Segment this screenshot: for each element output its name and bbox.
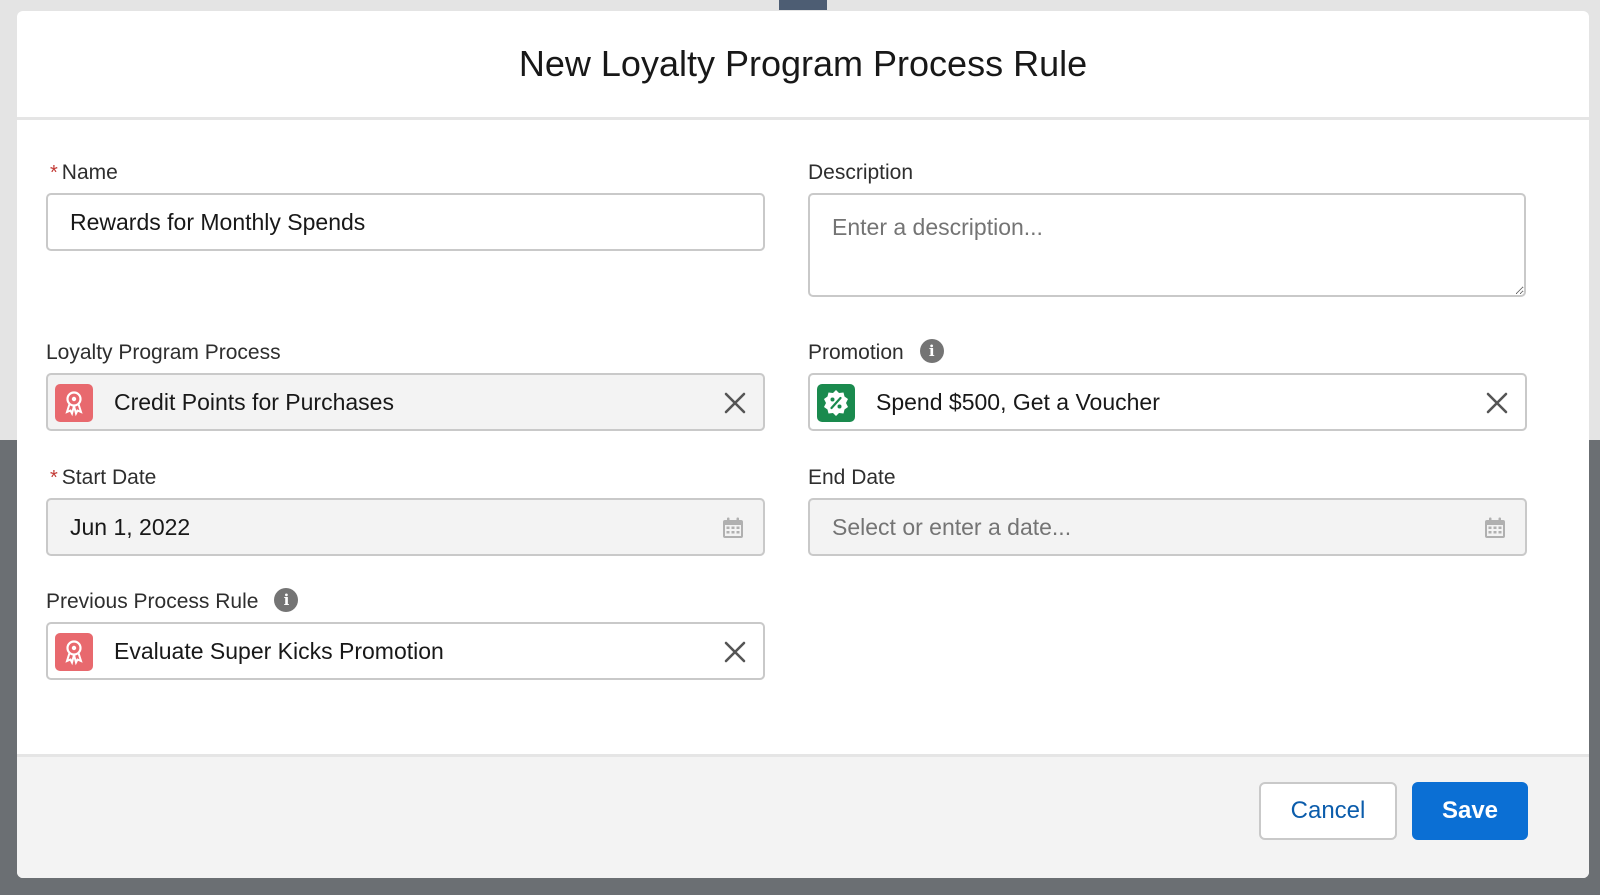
description-label: Description (808, 161, 914, 184)
promotion-label: Promotion i (808, 339, 944, 365)
name-label: * Name (50, 161, 118, 184)
start-date-value: Jun 1, 2022 (70, 514, 191, 540)
info-icon[interactable]: i (919, 339, 944, 364)
name-input[interactable]: Rewards for Monthly Spends (46, 193, 765, 251)
start-date-label: * Start Date (50, 466, 157, 489)
save-button[interactable]: Save (1412, 782, 1528, 840)
required-marker: * (50, 467, 58, 489)
clear-selection-icon[interactable] (719, 636, 751, 668)
calendar-icon[interactable] (721, 516, 745, 540)
previous-process-rule-label: Previous Process Rule i (46, 588, 299, 614)
clear-selection-icon[interactable] (1481, 387, 1513, 419)
end-date-label: End Date (808, 466, 896, 489)
promotion-percent-icon (817, 384, 855, 422)
end-date-placeholder: Select or enter a date... (832, 514, 1072, 540)
required-marker: * (50, 162, 58, 184)
modal-footer: Cancel Save (17, 754, 1589, 878)
background-tab (779, 0, 827, 10)
description-textarea[interactable] (808, 193, 1526, 297)
previous-process-rule-value: Evaluate Super Kicks Promotion (114, 638, 444, 664)
modal-header: New Loyalty Program Process Rule (17, 11, 1589, 120)
modal-title: New Loyalty Program Process Rule (518, 43, 1088, 84)
calendar-icon[interactable] (1483, 516, 1507, 540)
loyalty-program-process-lookup[interactable]: Credit Points for Purchases (46, 373, 765, 431)
cancel-button[interactable]: Cancel (1259, 782, 1397, 840)
info-icon[interactable]: i (274, 588, 299, 613)
name-input-value: Rewards for Monthly Spends (70, 209, 366, 235)
new-process-rule-modal: New Loyalty Program Process Rule * Name R… (17, 11, 1589, 878)
start-date-input[interactable]: Jun 1, 2022 (46, 498, 765, 556)
loyalty-award-icon (55, 384, 93, 422)
clear-selection-icon[interactable] (719, 387, 751, 419)
end-date-input[interactable]: Select or enter a date... (808, 498, 1527, 556)
promotion-value: Spend $500, Get a Voucher (876, 389, 1160, 415)
loyalty-award-icon (55, 633, 93, 671)
previous-process-rule-lookup[interactable]: Evaluate Super Kicks Promotion (46, 622, 765, 680)
loyalty-program-process-label: Loyalty Program Process (46, 341, 281, 364)
loyalty-program-process-value: Credit Points for Purchases (114, 389, 394, 415)
promotion-lookup[interactable]: Spend $500, Get a Voucher (808, 373, 1527, 431)
